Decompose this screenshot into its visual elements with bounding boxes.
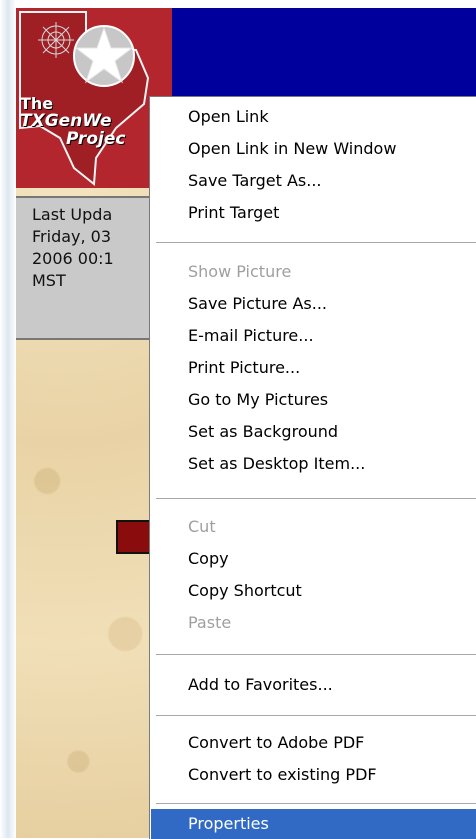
menu-item-open-link-new-window[interactable]: Open Link in New Window [151, 133, 476, 165]
last-update-text: Last Upda Friday, 03 2006 00:1 MST [32, 205, 114, 290]
menu-item-paste: Paste [188, 613, 232, 632]
menu-separator [156, 803, 476, 805]
logo-line-2: TXGenWe [20, 110, 112, 131]
menu-item-open-link[interactable]: Open Link [151, 101, 476, 133]
menu-item-show-picture: Show Picture [188, 262, 292, 281]
menu-item-copy-shortcut[interactable]: Copy Shortcut [151, 575, 476, 607]
menu-item-print-picture[interactable]: Print Picture... [151, 352, 476, 384]
menu-item-add-to-favorites[interactable]: Add to Favorites... [151, 669, 476, 701]
menu-item-email-picture[interactable]: E-mail Picture... [151, 320, 476, 352]
menu-item-copy[interactable]: Copy [151, 543, 476, 575]
menu-separator [156, 242, 476, 244]
menu-separator [156, 654, 476, 656]
menu-item-save-picture-as[interactable]: Save Picture As... [151, 288, 476, 320]
menu-item-convert-to-existing-pdf[interactable]: Convert to existing PDF [151, 759, 476, 791]
menu-item-cut: Cut [188, 517, 216, 536]
menu-item-save-target-as[interactable]: Save Target As... [151, 165, 476, 197]
menu-item-print-target[interactable]: Print Target [151, 197, 476, 229]
texas-star-icon [73, 25, 135, 87]
web-spider-icon [38, 22, 74, 58]
logo-text: The TXGenWe Projec [20, 95, 126, 149]
logo-line-3: Projec [66, 128, 126, 149]
context-menu: Open Link Open Link in New Window Save T… [149, 96, 476, 839]
menu-item-properties[interactable]: Properties [151, 809, 476, 839]
menu-item-go-to-my-pictures[interactable]: Go to My Pictures [151, 384, 476, 416]
menu-separator [156, 715, 476, 717]
menu-item-set-as-desktop-item[interactable]: Set as Desktop Item... [151, 448, 476, 480]
menu-separator [156, 498, 476, 500]
menu-item-set-as-background[interactable]: Set as Background [151, 416, 476, 448]
menu-item-convert-to-adobe-pdf[interactable]: Convert to Adobe PDF [151, 727, 476, 759]
